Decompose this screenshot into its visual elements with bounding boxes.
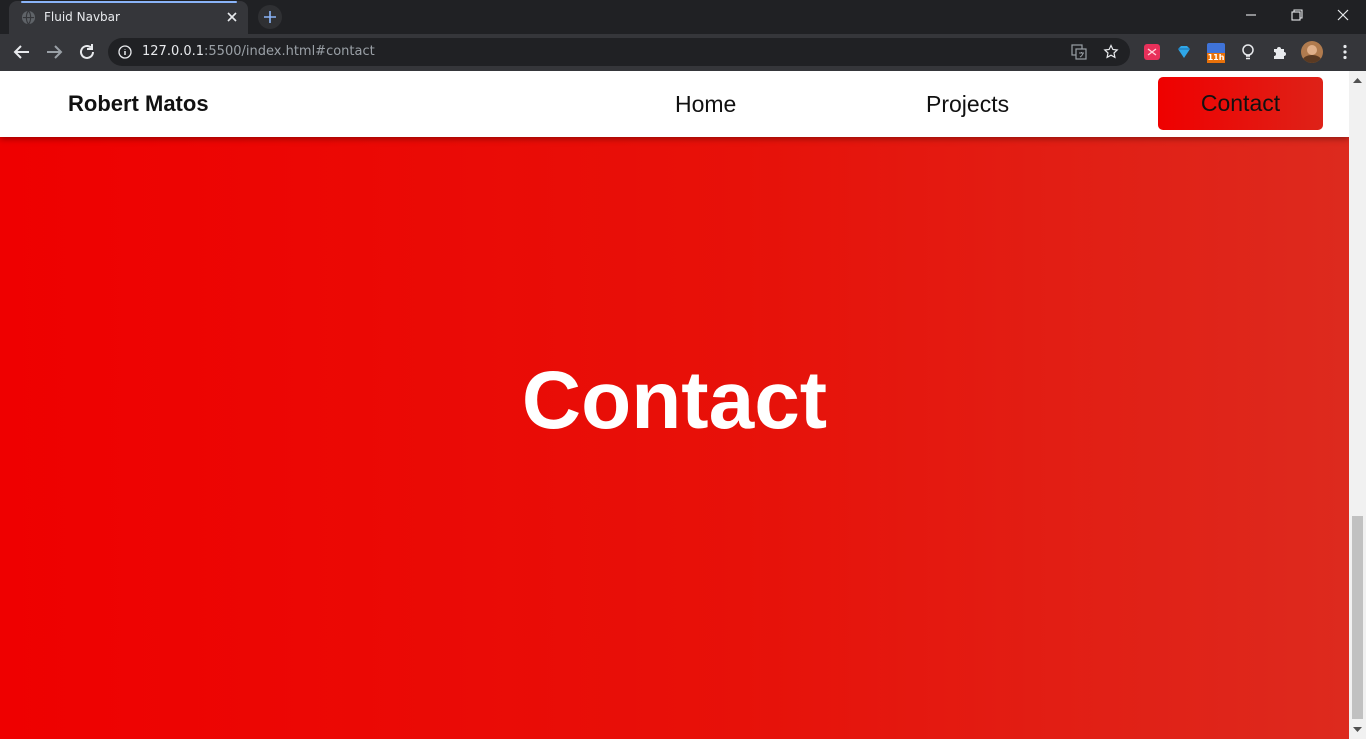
extension-icon[interactable]: 11h bbox=[1207, 42, 1225, 64]
translate-icon[interactable] bbox=[1071, 44, 1087, 60]
avatar-face bbox=[1307, 45, 1317, 55]
tab-title: Fluid Navbar bbox=[44, 10, 120, 24]
forward-icon[interactable] bbox=[42, 40, 66, 64]
browser-tab[interactable]: Fluid Navbar bbox=[9, 1, 248, 34]
puzzle-icon[interactable] bbox=[1271, 43, 1289, 61]
extension-icon[interactable] bbox=[1175, 43, 1193, 61]
contact-section: Contact bbox=[0, 71, 1349, 739]
minimize-icon bbox=[1246, 14, 1256, 16]
back-icon[interactable] bbox=[10, 40, 34, 64]
kebab-menu-icon[interactable] bbox=[1336, 43, 1354, 61]
browser-toolbar: 127.0.0.1:5500/index.html#contact 11h bbox=[0, 34, 1366, 71]
close-icon[interactable] bbox=[224, 9, 240, 25]
plus-icon bbox=[264, 11, 276, 23]
globe-icon bbox=[21, 10, 36, 25]
scroll-down-arrow-icon[interactable] bbox=[1353, 727, 1362, 733]
tab-strip: Fluid Navbar bbox=[0, 0, 1366, 34]
avatar[interactable] bbox=[1301, 41, 1323, 63]
navbar: Robert Matos Home Projects Contact bbox=[0, 71, 1349, 137]
avatar-body bbox=[1303, 55, 1321, 63]
section-title: Contact bbox=[521, 355, 828, 446]
scrollbar[interactable] bbox=[1349, 71, 1366, 739]
page-viewport: Contact Robert Matos Home Projects Conta… bbox=[0, 71, 1366, 739]
tab-active-indicator bbox=[21, 1, 237, 3]
window-close-button[interactable] bbox=[1320, 0, 1366, 30]
window-close-icon bbox=[1337, 9, 1349, 21]
info-icon[interactable] bbox=[118, 45, 132, 59]
extension-icon[interactable] bbox=[1143, 43, 1161, 61]
star-icon[interactable] bbox=[1103, 44, 1119, 60]
scroll-up-arrow-icon[interactable] bbox=[1353, 77, 1362, 83]
nav-link-contact[interactable]: Contact bbox=[1158, 77, 1323, 130]
restore-icon bbox=[1291, 9, 1303, 21]
reload-icon[interactable] bbox=[75, 40, 99, 64]
nav-link-projects[interactable]: Projects bbox=[926, 91, 1009, 118]
scrollbar-thumb[interactable] bbox=[1352, 516, 1363, 719]
address-bar[interactable]: 127.0.0.1:5500/index.html#contact bbox=[108, 38, 1130, 66]
new-tab-button[interactable] bbox=[258, 5, 282, 29]
nav-link-home[interactable]: Home bbox=[675, 91, 736, 118]
restore-button[interactable] bbox=[1274, 0, 1320, 30]
url-text[interactable]: 127.0.0.1:5500/index.html#contact bbox=[142, 44, 375, 59]
brand-logo[interactable]: Robert Matos bbox=[68, 91, 209, 117]
extension-badge: 11h bbox=[1207, 53, 1225, 63]
lightbulb-icon[interactable] bbox=[1239, 43, 1257, 61]
minimize-button[interactable] bbox=[1228, 0, 1274, 30]
